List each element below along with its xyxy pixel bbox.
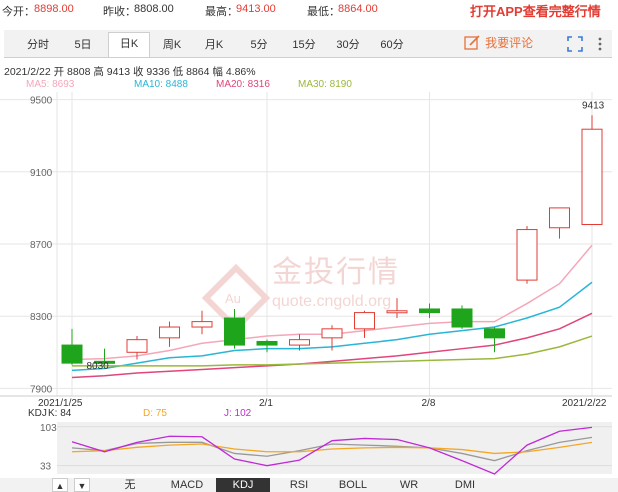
- open-label: 今开：: [2, 6, 35, 18]
- tab-3[interactable]: 周K: [152, 34, 192, 56]
- x-tick-label: 2021/1/25: [38, 398, 83, 408]
- kdj-j-label: J: 102: [224, 408, 252, 419]
- candle-body: [354, 312, 375, 330]
- more-vertical-icon[interactable]: [596, 36, 604, 52]
- prev-close-label: 昨收：: [103, 6, 136, 18]
- min-price-label: 8030: [87, 361, 110, 372]
- candle-body: [581, 128, 603, 226]
- y-tick-label: 9500: [30, 96, 53, 107]
- candle-body: [549, 207, 570, 229]
- indicator-tab-4[interactable]: BOLL: [326, 478, 380, 492]
- candle-body: [256, 340, 278, 346]
- candle-body: [159, 326, 180, 339]
- indicator-tab-2[interactable]: KDJ: [216, 478, 270, 492]
- candle-body: [419, 308, 440, 314]
- tab-8[interactable]: 60分: [372, 34, 412, 56]
- indicator-tab-1[interactable]: MACD: [160, 478, 214, 492]
- x-tick-label: 2/8: [422, 398, 436, 408]
- candle-body: [224, 317, 245, 346]
- tab-2[interactable]: 日K: [108, 32, 150, 57]
- tab-7[interactable]: 30分: [328, 34, 368, 56]
- x-tick-label: 2021/2/22: [562, 398, 607, 408]
- candle-body: [386, 310, 408, 314]
- candle-body: [126, 339, 148, 353]
- candle-body: [61, 344, 83, 364]
- comment-label: 我要评论: [485, 36, 534, 50]
- scroll-up-button[interactable]: ▲: [52, 478, 68, 492]
- y-tick-label: 7900: [30, 384, 53, 395]
- edit-icon: [464, 34, 480, 50]
- high-value: 9413.00: [236, 3, 276, 15]
- open-value: 8898.00: [34, 3, 74, 15]
- candlestick-chart: 9500 9100 8700 8300 7900 Au 金投行情 quote.cngold.o…: [0, 92, 612, 408]
- y-tick-label: 9100: [30, 168, 53, 179]
- kdj-plot-area: [57, 422, 612, 474]
- kdj-tick-label: 33: [40, 462, 52, 473]
- kdj-chart: 103 33: [40, 422, 612, 475]
- quote-widget: 今开： 8898.00 昨收： 8808.00 最高： 9413.00 最低： …: [0, 0, 618, 492]
- kdj-d-label: D: 75: [143, 408, 167, 419]
- watermark-badge: Au: [225, 291, 241, 306]
- kdj-k-label: K: 84: [48, 408, 72, 419]
- candle-body: [321, 328, 343, 339]
- open-app-link[interactable]: 打开APP查看完整行情: [470, 1, 601, 20]
- tab-0[interactable]: 分时: [18, 34, 58, 56]
- watermark-url: quote.cngold.org: [272, 293, 391, 310]
- tab-1[interactable]: 5日: [64, 34, 102, 56]
- fullscreen-icon[interactable]: [567, 36, 583, 52]
- comment-button[interactable]: 我要评论: [464, 34, 533, 52]
- x-tick-label: 2/1: [259, 398, 273, 408]
- indicator-tab-6[interactable]: DMI: [438, 478, 492, 492]
- indicator-tab-0[interactable]: 无: [100, 478, 160, 492]
- kdj-tick-label: 103: [40, 423, 57, 434]
- tab-4[interactable]: 月K: [194, 34, 234, 56]
- candle-body: [191, 321, 213, 328]
- prev-close-value: 8808.00: [134, 3, 174, 15]
- watermark-brand: 金投行情: [272, 255, 400, 290]
- kdj-title: KDJ: [28, 408, 47, 419]
- candle-body: [289, 339, 310, 346]
- indicator-tab-5[interactable]: WR: [382, 478, 436, 492]
- ohlc-info-line: 2021/2/22 开 8808 高 9413 收 9336 低 8864 幅 …: [4, 66, 256, 78]
- high-label: 最高：: [205, 6, 238, 18]
- max-price-label: 9413: [582, 100, 605, 111]
- low-value: 8864.00: [338, 3, 378, 15]
- y-tick-label: 8300: [30, 312, 53, 323]
- tab-5[interactable]: 5分: [240, 34, 278, 56]
- low-label: 最低：: [307, 6, 340, 18]
- scroll-down-button[interactable]: ▼: [74, 478, 90, 492]
- y-tick-label: 8700: [30, 240, 53, 251]
- candle-body: [451, 308, 473, 328]
- indicator-tab-3[interactable]: RSI: [272, 478, 326, 492]
- candle-body: [516, 229, 538, 281]
- candle-body: [484, 328, 505, 339]
- tab-6[interactable]: 15分: [284, 34, 324, 56]
